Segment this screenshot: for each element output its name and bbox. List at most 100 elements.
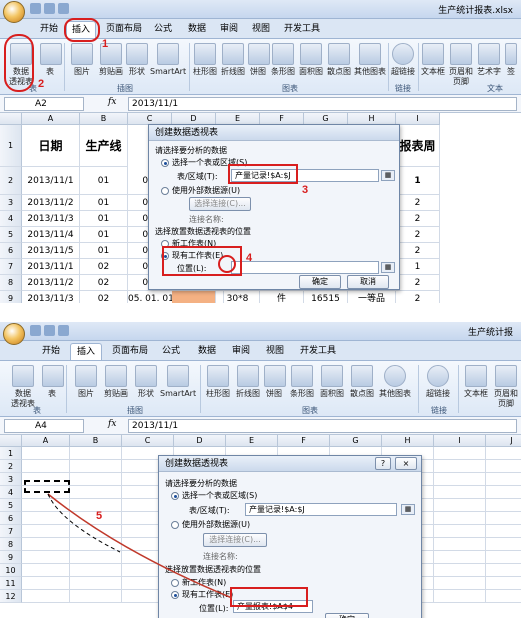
- tab-developer[interactable]: 开发工具: [282, 21, 322, 38]
- bar-chart-icon: [272, 43, 294, 65]
- cancel-button[interactable]: 取消: [347, 275, 389, 289]
- row-header[interactable]: 4: [0, 211, 22, 227]
- picture-button[interactable]: 图片: [70, 43, 94, 77]
- radio-external-source[interactable]: 使用外部数据源(U): [161, 185, 240, 196]
- row-header[interactable]: 9: [0, 291, 22, 303]
- table-cell[interactable]: 01: [80, 195, 128, 211]
- annotation-circle-insert-tab: [64, 18, 100, 42]
- scatter-chart-button[interactable]: 散点图: [326, 43, 352, 77]
- group-label-charts: 图表: [282, 84, 298, 93]
- table-cell[interactable]: 2013/11/1: [22, 167, 80, 195]
- other-charts-button[interactable]: 其他图表: [354, 43, 386, 77]
- table-cell[interactable]: 02: [80, 291, 128, 303]
- header-footer-button[interactable]: 页眉和 页脚: [448, 43, 474, 87]
- table-cell[interactable]: 2013/11/2: [22, 275, 80, 291]
- shapes-icon: [126, 43, 148, 65]
- tab-view[interactable]: 视图: [248, 21, 274, 38]
- header-cell[interactable]: 报表周: [396, 125, 440, 167]
- formula-input[interactable]: 2013/11/1: [128, 97, 517, 111]
- ribbon: 数据 透视表 表 图片 剪贴画 形状 SmartArt 柱形图 折线图 饼图 条…: [0, 39, 521, 95]
- row-header[interactable]: 6: [0, 243, 22, 259]
- table-cell[interactable]: 01: [80, 167, 128, 195]
- row-header[interactable]: 7: [0, 259, 22, 275]
- header-cell[interactable]: 生产线: [80, 125, 128, 167]
- annotation-number-2: 2: [38, 78, 45, 90]
- office-button[interactable]: [3, 323, 25, 345]
- table-cell[interactable]: 2: [396, 275, 440, 291]
- column-header[interactable]: B: [80, 113, 128, 125]
- table-cell[interactable]: 1: [396, 167, 440, 195]
- table-cell[interactable]: 件: [260, 291, 304, 303]
- smartart-button[interactable]: SmartArt: [150, 43, 186, 77]
- table-cell[interactable]: 2: [396, 243, 440, 259]
- table-cell[interactable]: 01: [80, 243, 128, 259]
- ok-button[interactable]: 确定: [299, 275, 341, 289]
- pie-chart-label: 饼图: [250, 67, 266, 76]
- wordart-button[interactable]: 艺术字: [476, 43, 502, 77]
- table-button[interactable]: 表: [40, 43, 62, 77]
- table-cell[interactable]: [172, 291, 216, 303]
- textbox-icon: [422, 43, 444, 65]
- annotation-box-range: [228, 164, 298, 184]
- tab-home[interactable]: 开始: [34, 21, 64, 38]
- row-header[interactable]: 1: [0, 125, 22, 167]
- undo-icon[interactable]: [44, 3, 55, 14]
- signature-button[interactable]: 签: [504, 43, 518, 77]
- shapes-button[interactable]: 形状: [126, 43, 148, 77]
- area-chart-icon: [300, 43, 322, 65]
- pie-chart-button[interactable]: 饼图: [248, 43, 270, 77]
- line-chart-button[interactable]: 折线图: [220, 43, 246, 77]
- tab-formulas[interactable]: 公式: [150, 21, 176, 38]
- redo-icon[interactable]: [58, 3, 69, 14]
- window-title: 生产统计报表.xlsx: [438, 6, 513, 16]
- table-cell[interactable]: 02: [80, 275, 128, 291]
- table-cell[interactable]: 2013/11/3: [22, 211, 80, 227]
- table-cell[interactable]: 一等品: [348, 291, 396, 303]
- table-cell[interactable]: 02: [80, 259, 128, 275]
- header-cell[interactable]: 日期: [22, 125, 80, 167]
- screenshot-step-2: 生产统计报 开始 插入 页面布局 公式 数据 审阅 视图 开发工具 数据 透视表…: [0, 322, 521, 618]
- column-header[interactable]: I: [396, 113, 440, 125]
- range-picker-icon[interactable]: ▦: [381, 170, 395, 181]
- tab-review[interactable]: 审阅: [216, 21, 242, 38]
- table-cell[interactable]: 2013/11/3: [22, 291, 80, 303]
- clipart-label: 剪贴画: [99, 67, 123, 76]
- tab-data[interactable]: 数据: [184, 21, 210, 38]
- hyperlink-button[interactable]: 超链接: [390, 43, 416, 77]
- table-cell[interactable]: 16515: [304, 291, 348, 303]
- save-icon[interactable]: [30, 3, 41, 14]
- row-header[interactable]: 3: [0, 195, 22, 211]
- textbox-button[interactable]: 文本框: [420, 43, 446, 77]
- hyperlink-icon: [392, 43, 414, 65]
- column-chart-button[interactable]: 柱形图: [192, 43, 218, 77]
- table-cell[interactable]: 2013/11/4: [22, 227, 80, 243]
- table-cell[interactable]: 2: [396, 291, 440, 303]
- table-cell[interactable]: 2: [396, 195, 440, 211]
- column-header[interactable]: A: [22, 113, 80, 125]
- table-cell[interactable]: 01: [80, 211, 128, 227]
- row-header[interactable]: 2: [0, 167, 22, 195]
- bar-chart-button[interactable]: 条形图: [270, 43, 296, 77]
- location-picker-icon[interactable]: ▦: [381, 262, 395, 273]
- table-cell[interactable]: 2: [396, 211, 440, 227]
- name-box[interactable]: A2: [4, 97, 84, 111]
- table-cell[interactable]: 1: [396, 259, 440, 275]
- choose-connection-button[interactable]: 选择连接(C)...: [189, 197, 251, 211]
- bar-chart-label: 条形图: [271, 67, 295, 76]
- tab-page-layout[interactable]: 页面布局: [102, 21, 146, 38]
- table-cell[interactable]: 2013/11/1: [22, 259, 80, 275]
- table-cell[interactable]: 2013/11/5: [22, 243, 80, 259]
- area-chart-button[interactable]: 面积图: [298, 43, 324, 77]
- wordart-icon: [478, 43, 500, 65]
- table-cell[interactable]: 30*8: [216, 291, 260, 303]
- office-button[interactable]: [3, 1, 25, 23]
- location-input[interactable]: [231, 261, 379, 274]
- table-cell[interactable]: 2013/11/2: [22, 195, 80, 211]
- row-header[interactable]: 8: [0, 275, 22, 291]
- table-cell[interactable]: 01: [80, 227, 128, 243]
- other-charts-icon: [359, 43, 381, 65]
- row-header[interactable]: 5: [0, 227, 22, 243]
- radio-unchecked-icon: [161, 186, 169, 195]
- fx-icon[interactable]: fx: [108, 97, 116, 107]
- table-cell[interactable]: 2: [396, 227, 440, 243]
